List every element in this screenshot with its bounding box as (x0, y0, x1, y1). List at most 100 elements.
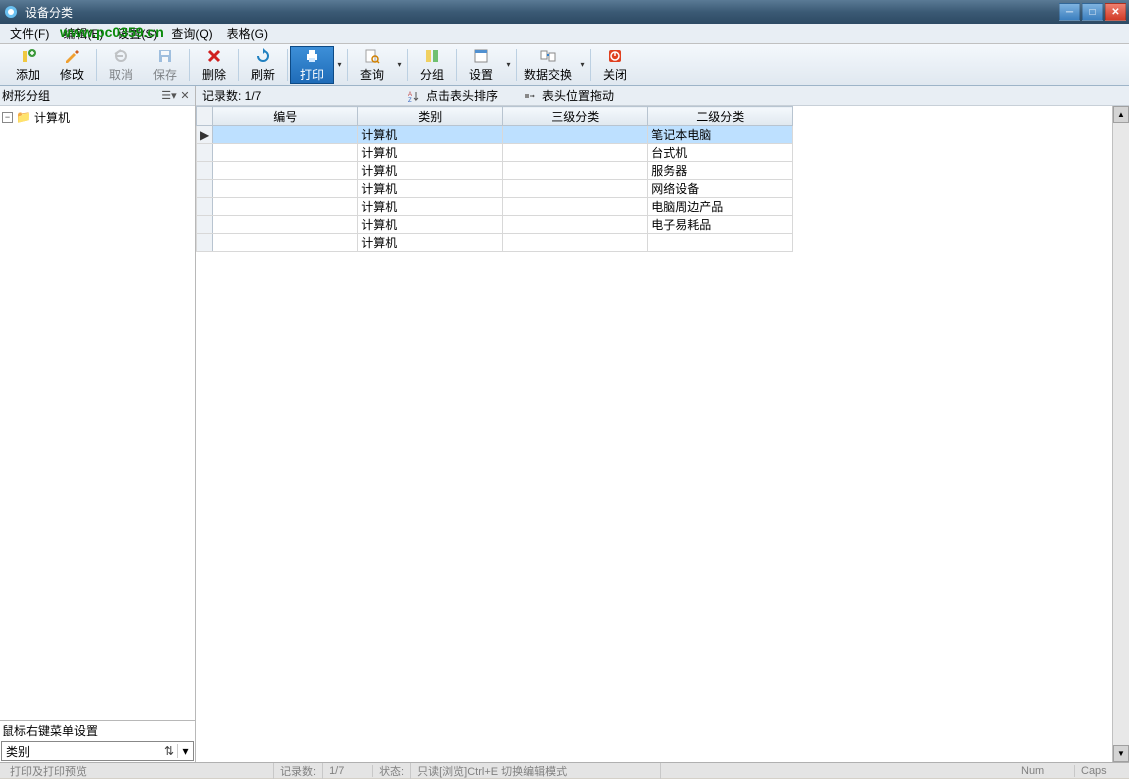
settings-icon (472, 47, 490, 65)
delete-icon (205, 47, 223, 65)
cell-level2[interactable]: 电脑周边产品 (648, 198, 793, 216)
cell-number[interactable] (213, 198, 358, 216)
table-row[interactable]: 计算机 网络设备 (197, 180, 793, 198)
cell-category[interactable]: 计算机 (358, 180, 503, 198)
cancel-button: 取消 (99, 46, 143, 84)
cell-level2[interactable]: 服务器 (648, 162, 793, 180)
cell-level3[interactable] (503, 234, 648, 252)
col-header-level3[interactable]: 三级分类 (503, 107, 648, 126)
delete-button[interactable]: 删除 (192, 46, 236, 84)
scroll-down-button[interactable]: ▼ (1113, 745, 1129, 762)
query-dropdown[interactable]: ▾ (394, 60, 405, 69)
menu-edit[interactable]: 编辑(E) (57, 23, 109, 44)
cell-level3[interactable] (503, 198, 648, 216)
cell-level3[interactable] (503, 126, 648, 144)
add-button[interactable]: 添加 (6, 46, 50, 84)
menu-bar: 文件(F) 编辑(E) 设置(S) 查询(Q) 表格(G) www.pc0359… (0, 24, 1129, 44)
row-indicator (197, 180, 213, 198)
cell-category[interactable]: 计算机 (358, 126, 503, 144)
sort-hint: 点击表头排序 (426, 87, 498, 104)
col-header-category[interactable]: 类别 (358, 107, 503, 126)
cell-level2[interactable] (648, 234, 793, 252)
cell-category[interactable]: 计算机 (358, 162, 503, 180)
maximize-button[interactable]: □ (1082, 3, 1103, 21)
row-indicator (197, 216, 213, 234)
svg-text:Z: Z (408, 98, 412, 102)
print-dropdown[interactable]: ▾ (334, 60, 345, 69)
exit-icon (606, 47, 624, 65)
print-button[interactable]: 打印 (290, 46, 334, 84)
sidebar-close-icon[interactable]: ✕ (177, 88, 193, 104)
save-icon (156, 47, 174, 65)
close-button[interactable]: ✕ (1105, 3, 1126, 21)
cell-category[interactable]: 计算机 (358, 198, 503, 216)
cell-category[interactable]: 计算机 (358, 216, 503, 234)
minimize-button[interactable]: ─ (1059, 3, 1080, 21)
cell-number[interactable] (213, 162, 358, 180)
cell-level3[interactable] (503, 162, 648, 180)
cell-level3[interactable] (503, 216, 648, 234)
table-row[interactable]: 计算机 (197, 234, 793, 252)
sidebar-options-icon[interactable]: ☰▾ (161, 88, 177, 104)
table-row[interactable]: 计算机 服务器 (197, 162, 793, 180)
tree-node-label: 计算机 (34, 109, 70, 126)
table-row[interactable]: ▶计算机笔记本电脑 (197, 126, 793, 144)
table-row[interactable]: 计算机 电脑周边产品 (197, 198, 793, 216)
query-icon (363, 47, 381, 65)
toolbar: 添加 修改 取消 保存 删除 刷新 打印 ▾ 查询 ▾ 分组 设置 ▾ (0, 44, 1129, 86)
menu-settings[interactable]: 设置(S) (111, 23, 163, 44)
tree-node-root[interactable]: − 📁 计算机 (2, 108, 193, 126)
cell-number[interactable] (213, 216, 358, 234)
row-indicator (197, 162, 213, 180)
tree-view[interactable]: − 📁 计算机 (0, 106, 195, 720)
row-indicator (197, 198, 213, 216)
menu-file[interactable]: 文件(F) (4, 23, 55, 44)
data-grid[interactable]: 编号 类别 三级分类 二级分类 ▶计算机笔记本电脑计算机台式机计算机服务器计算机… (196, 106, 1112, 762)
cell-category[interactable]: 计算机 (358, 234, 503, 252)
cell-level2[interactable]: 网络设备 (648, 180, 793, 198)
sidebar-title: 树形分组 (2, 87, 161, 104)
status-state-label: 状态: (373, 763, 411, 779)
settings-button[interactable]: 设置 (459, 46, 503, 84)
exchange-dropdown[interactable]: ▾ (577, 60, 588, 69)
cell-level2[interactable]: 台式机 (648, 144, 793, 162)
group-button[interactable]: 分组 (410, 46, 454, 84)
menu-query[interactable]: 查询(Q) (165, 23, 218, 44)
cell-level3[interactable] (503, 144, 648, 162)
settings-dropdown[interactable]: ▾ (503, 60, 514, 69)
query-button[interactable]: 查询 (350, 46, 394, 84)
status-readonly: 只读[浏览]Ctrl+E 切换编辑模式 (411, 763, 661, 779)
title-bar: 设备分类 ─ □ ✕ (0, 0, 1129, 24)
col-header-number[interactable]: 编号 (213, 107, 358, 126)
cell-level2[interactable]: 笔记本电脑 (648, 126, 793, 144)
menu-grid[interactable]: 表格(G) (221, 23, 274, 44)
cell-number[interactable] (213, 234, 358, 252)
data-exchange-button[interactable]: 数据交换 (519, 46, 577, 84)
cell-level3[interactable] (503, 180, 648, 198)
sidebar-combo-value: 类别 (2, 743, 161, 760)
cell-number[interactable] (213, 144, 358, 162)
status-num: Num (1015, 765, 1075, 777)
combo-drop-icon[interactable]: ▾ (177, 744, 193, 758)
scroll-track[interactable] (1113, 123, 1129, 745)
table-row[interactable]: 计算机 电子易耗品 (197, 216, 793, 234)
cell-level2[interactable]: 电子易耗品 (648, 216, 793, 234)
table-row[interactable]: 计算机 台式机 (197, 144, 793, 162)
row-indicator (197, 144, 213, 162)
combo-spin-icon[interactable]: ⇅ (161, 744, 177, 758)
exchange-icon (539, 47, 557, 65)
sort-icon: AZ (406, 88, 422, 104)
vertical-scrollbar[interactable]: ▲ ▼ (1112, 106, 1129, 762)
edit-button[interactable]: 修改 (50, 46, 94, 84)
record-count: 记录数: 1/7 (202, 87, 382, 104)
close-app-button[interactable]: 关闭 (593, 46, 637, 84)
cell-number[interactable] (213, 180, 358, 198)
refresh-button[interactable]: 刷新 (241, 46, 285, 84)
row-indicator-header (197, 107, 213, 126)
col-header-level2[interactable]: 二级分类 (648, 107, 793, 126)
cell-number[interactable] (213, 126, 358, 144)
cell-category[interactable]: 计算机 (358, 144, 503, 162)
tree-expand-icon[interactable]: − (2, 112, 13, 123)
scroll-up-button[interactable]: ▲ (1113, 106, 1129, 123)
sidebar-combo[interactable]: 类别 ⇅ ▾ (1, 741, 194, 761)
